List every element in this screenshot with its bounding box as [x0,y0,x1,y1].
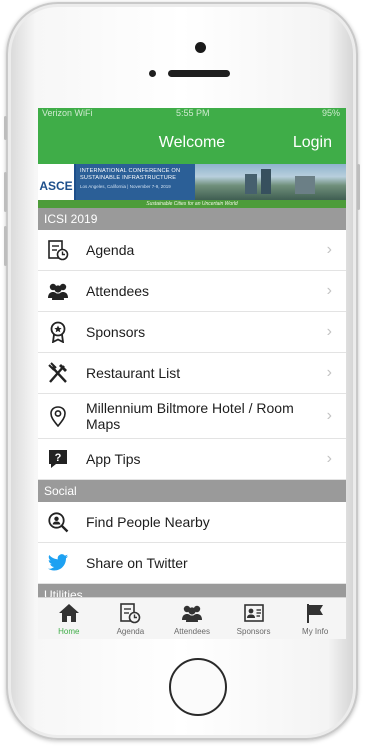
menu-item-label: Find People Nearby [86,514,210,530]
menu-item-find-people-nearby[interactable]: Find People Nearby [38,502,346,543]
carrier-label: Verizon WiFi [42,108,93,118]
menu-item-label: Share on Twitter [86,555,188,571]
map-pin-icon [50,406,66,427]
tab-home[interactable]: Home [38,598,100,639]
bottom-tab-bar: Home Agenda Attendees Sponsors My Info [38,597,346,639]
menu-item-label: Millennium Biltmore Hotel / Room Maps [86,400,294,432]
banner-tagline: Sustainable Cities for an Uncertain Worl… [38,200,346,208]
chevron-right-icon: › [326,364,332,381]
earpiece-speaker [168,70,230,77]
clock-label: 5:55 PM [176,108,210,118]
svg-text:?: ? [55,452,62,464]
chevron-right-icon: › [326,323,332,340]
sponsor-ribbon-icon [50,321,66,343]
menu-item-hotel-maps[interactable]: Millennium Biltmore Hotel / Room Maps › [38,394,346,439]
front-camera [195,42,206,53]
section-header-social: Social [38,480,346,502]
city-skyline-image [195,164,346,200]
banner-subline: Los Angeles, California | November 7-9, … [80,184,171,189]
chevron-right-icon: › [326,282,332,299]
navigation-bar: Welcome Login [38,122,346,164]
chevron-right-icon: › [326,450,332,467]
home-icon [58,604,79,622]
chevron-right-icon: › [326,241,332,258]
tab-attendees[interactable]: Attendees [161,598,223,639]
menu-item-attendees[interactable]: Attendees › [38,271,346,312]
tab-agenda[interactable]: Agenda [100,598,162,639]
tab-label: Attendees [173,627,210,636]
proximity-sensor [149,70,156,77]
flag-icon [307,604,324,623]
power-button [357,164,360,210]
tab-label: Home [58,627,80,636]
battery-label: 95% [321,108,340,118]
tab-sponsors[interactable]: Sponsors [223,598,285,639]
tab-label: Agenda [116,627,145,636]
twitter-icon [47,554,69,571]
menu-item-agenda[interactable]: Agenda › [38,230,346,271]
mute-switch [4,116,7,140]
attendees-icon [48,283,68,300]
tab-label: My Info [302,627,329,636]
section-header-icsi: ICSI 2019 [38,208,346,230]
menu-item-label: Restaurant List [86,365,181,381]
menu-item-label: Attendees [86,283,150,299]
menu-item-restaurant-list[interactable]: Restaurant List › [38,353,346,394]
menu-item-sponsors[interactable]: Sponsors › [38,312,346,353]
person-search-icon [48,512,69,533]
conference-banner: ASCE INTERNATIONAL CONFERENCE ON SUSTAIN… [38,164,346,208]
banner-headline: INTERNATIONAL CONFERENCE ON SUSTAINABLE … [80,168,181,181]
home-button[interactable] [169,658,227,716]
status-bar: Verizon WiFi 5:55 PM 95% [38,108,346,122]
menu-item-label: Agenda [86,242,135,258]
fork-knife-icon [48,362,67,383]
volume-up-button [4,172,7,212]
menu-item-label: App Tips [86,451,141,467]
menu-item-app-tips[interactable]: ? App Tips › [38,439,346,480]
menu-item-label: Sponsors [86,324,146,340]
sponsors-icon [243,604,264,622]
agenda-icon [120,603,141,624]
menu-item-share-twitter[interactable]: Share on Twitter [38,543,346,584]
login-button[interactable]: Login [293,134,332,152]
app-screen: Verizon WiFi 5:55 PM 95% Welcome Login A… [38,108,346,639]
help-bubble-icon: ? [49,450,67,468]
tab-my-info[interactable]: My Info [284,598,346,639]
volume-down-button [4,226,7,266]
attendees-icon [181,605,202,622]
agenda-icon [48,240,69,261]
chevron-right-icon: › [326,407,332,424]
tab-label: Sponsors [236,627,271,636]
